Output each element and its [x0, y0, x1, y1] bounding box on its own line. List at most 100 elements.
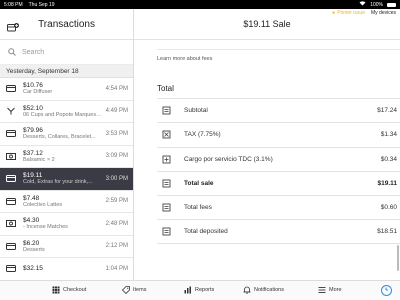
sale-title: $19.11 Sale	[243, 19, 291, 29]
transaction-description: Desserts, Collares, Bracelet...	[23, 134, 96, 141]
tab-checkout[interactable]: Checkout	[52, 286, 86, 294]
plus-icon	[162, 155, 171, 164]
transaction-row[interactable]: $32.15 1:04 PM	[0, 258, 133, 280]
battery-percent: 100%	[370, 1, 383, 8]
transaction-time: 1:04 PM	[105, 265, 128, 272]
transaction-time: 4:54 PM	[105, 85, 128, 92]
transaction-description: - Incense Matches	[23, 224, 68, 231]
date-section-header: Yesterday, September 18	[0, 65, 133, 78]
transaction-amount: $10.76	[23, 82, 43, 90]
battery-icon	[387, 2, 396, 7]
status-bar: 5:08 PM Thu Sep 19 100%	[0, 0, 400, 9]
transaction-row[interactable]: $52.10 06 Cups and Popote Marquesa... 4:49…	[0, 101, 133, 123]
add-transaction-icon[interactable]	[7, 19, 19, 32]
total-line-value: $18.51	[377, 228, 397, 236]
transaction-row[interactable]: $19.11 Cold, Extras for your drink,... 3:0…	[0, 168, 133, 191]
tab-more[interactable]: More	[318, 286, 342, 294]
divider	[157, 49, 400, 50]
receipt-icon	[162, 227, 171, 236]
transaction-amount: $32.15	[23, 265, 43, 273]
transaction-row[interactable]: $6.20 Desserts 2:12 PM	[0, 236, 133, 258]
learn-more-fees-link[interactable]: Learn more about fees	[157, 56, 212, 62]
transaction-description: Car Diffuser	[23, 89, 53, 96]
my-devices-link[interactable]: My devices	[371, 10, 396, 16]
transaction-info: $52.10 06 Cups and Popote Marquesa...	[23, 105, 102, 118]
transaction-row[interactable]: $4.30- Incense Matches 2:48 PM	[0, 213, 133, 236]
total-line-value: $0.34	[380, 155, 397, 163]
total-line-label: Subtotal	[184, 107, 208, 115]
sale-detail-panel: $19.11 Sale Learn more about fees Total …	[134, 9, 400, 280]
transaction-amount: $6.20	[23, 239, 40, 247]
tab-more-label: More	[329, 287, 342, 293]
scrollbar[interactable]	[397, 245, 399, 271]
transactions-title: Transactions	[38, 18, 95, 30]
tab-notifications[interactable]: Notifications	[243, 286, 284, 294]
printer-issue-badge[interactable]: ● Printer issue	[332, 10, 365, 16]
tab-reports[interactable]: Reports	[184, 286, 214, 294]
total-section-title: Total	[157, 84, 174, 93]
transaction-amount: $7.48	[23, 194, 40, 202]
transaction-amount: $4.30	[23, 217, 40, 225]
total-line-label: Cargo por servicio TDC (3.1%)	[184, 155, 273, 163]
transaction-row[interactable]: $10.76 Car Diffuser 4:54 PM	[0, 78, 133, 101]
card-icon	[5, 197, 17, 205]
transaction-description: Desserts	[23, 246, 45, 253]
transaction-info: $6.20 Desserts	[23, 240, 102, 253]
tab-bar: Checkout Items Reports Notifications Mor…	[0, 280, 400, 300]
transaction-row[interactable]: $37.12 Balsamic × 2 3:09 PM	[0, 146, 133, 168]
transaction-description: 06 Cups and Popote Marquesa...	[23, 111, 102, 118]
card-icon	[5, 175, 17, 183]
tab-reports-label: Reports	[195, 287, 215, 293]
transaction-time: 4:49 PM	[105, 108, 128, 115]
transaction-info: $7.48 Colectivo Lattes	[23, 195, 102, 208]
transaction-info: $79.96 Desserts, Collares, Bracelet...	[23, 127, 102, 140]
tab-items[interactable]: Items	[122, 286, 146, 294]
receipt-icon	[162, 203, 171, 212]
transaction-amount: $37.12	[23, 149, 43, 157]
transaction-info: $37.12 Balsamic × 2	[23, 150, 102, 163]
transaction-description: Balsamic × 2	[23, 156, 55, 163]
tag-icon	[122, 286, 130, 294]
transaction-time: 2:12 PM	[105, 243, 128, 250]
total-line-value: $0.60	[380, 204, 397, 212]
search-icon	[8, 43, 16, 61]
transactions-panel: Transactions Search Yesterday, September…	[0, 9, 134, 280]
transaction-row[interactable]: $79.96 Desserts, Collares, Bracelet... 3:5…	[0, 123, 133, 146]
status-time: 5:08 PM	[4, 1, 23, 8]
search-input[interactable]: Search	[22, 49, 44, 56]
total-line: Total sale $19.11	[157, 170, 400, 195]
total-line-label: TAX (7.75%)	[184, 131, 221, 139]
transaction-info: $32.15	[23, 265, 102, 272]
card-icon	[5, 130, 17, 138]
total-line-value: $17.24	[377, 107, 397, 115]
transaction-time: 3:00 PM	[105, 175, 128, 182]
total-line: Total fees $0.60	[157, 195, 400, 219]
card-icon	[5, 242, 17, 250]
wifi-icon	[359, 1, 366, 8]
tab-checkout-label: Checkout	[63, 287, 87, 293]
total-line-label: Total deposited	[184, 228, 228, 236]
transaction-info: $19.11 Cold, Extras for your drink,...	[23, 172, 102, 185]
transactions-header: Transactions	[0, 9, 133, 40]
total-line: Cargo por servicio TDC (3.1%) $0.34	[157, 146, 400, 171]
receipt-icon	[162, 179, 171, 188]
total-line: Subtotal $17.24	[157, 98, 400, 122]
bell-icon	[243, 286, 251, 294]
total-line: Total deposited $18.51	[157, 219, 400, 244]
total-line-value: $1.34	[380, 131, 397, 139]
transaction-info: $4.30- Incense Matches	[23, 217, 102, 230]
status-date: Thu Sep 19	[28, 1, 55, 8]
transaction-time: 3:09 PM	[105, 153, 128, 160]
warning-icon: ●	[332, 10, 336, 16]
search-bar[interactable]: Search	[0, 40, 133, 65]
checkout-icon	[52, 286, 60, 294]
transaction-time: 3:53 PM	[105, 130, 128, 137]
menu-icon	[318, 287, 326, 293]
transaction-time: 2:59 PM	[105, 198, 128, 205]
bar-chart-icon	[184, 286, 191, 294]
cash-icon	[5, 220, 17, 228]
tab-items-label: Items	[133, 287, 147, 293]
tax-icon	[162, 130, 171, 139]
transaction-row[interactable]: $7.48 Colectivo Lattes 2:59 PM	[0, 191, 133, 213]
clock-icon[interactable]	[381, 285, 392, 296]
